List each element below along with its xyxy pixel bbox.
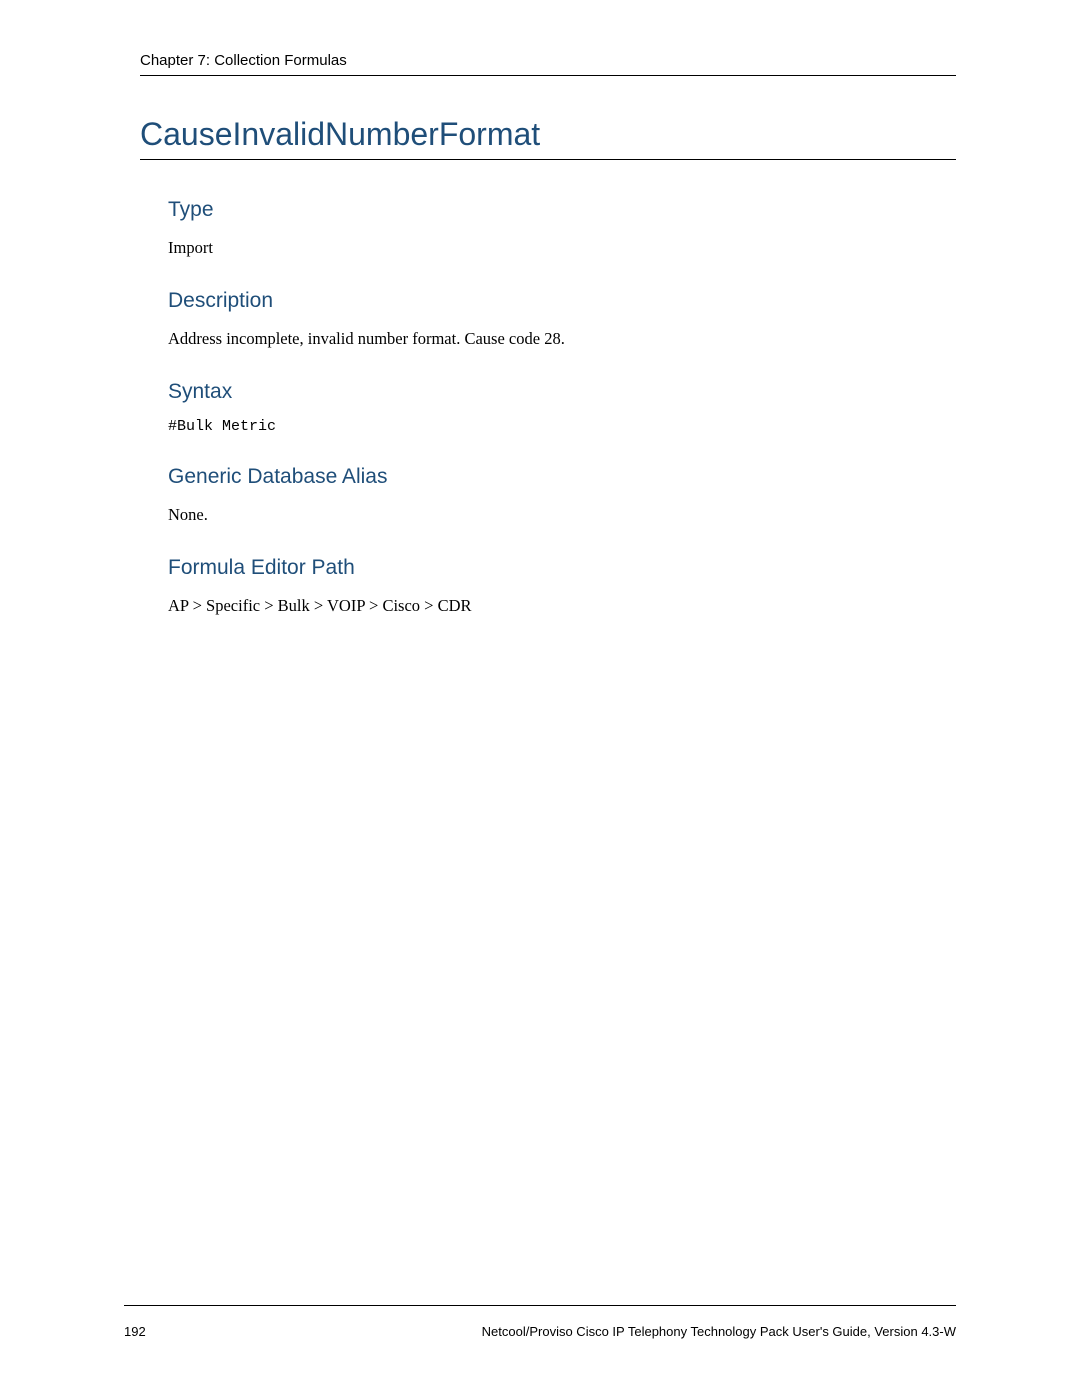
chapter-header: Chapter 7: Collection Formulas <box>140 52 956 76</box>
section-body-alias: None. <box>168 503 956 526</box>
document-page: Chapter 7: Collection Formulas CauseInva… <box>0 0 1080 1397</box>
section-body-syntax: #Bulk Metric <box>168 418 956 435</box>
section-type: Type Import <box>168 198 956 259</box>
section-body-type: Import <box>168 236 956 259</box>
section-heading-alias: Generic Database Alias <box>168 465 956 489</box>
section-alias: Generic Database Alias None. <box>168 465 956 526</box>
section-heading-type: Type <box>168 198 956 222</box>
section-heading-path: Formula Editor Path <box>168 556 956 580</box>
section-path: Formula Editor Path AP > Specific > Bulk… <box>168 556 956 617</box>
page-title: CauseInvalidNumberFormat <box>140 116 956 160</box>
section-heading-syntax: Syntax <box>168 380 956 404</box>
section-heading-description: Description <box>168 289 956 313</box>
section-description: Description Address incomplete, invalid … <box>168 289 956 350</box>
page-number: 192 <box>124 1324 146 1339</box>
footer-doc-title: Netcool/Proviso Cisco IP Telephony Techn… <box>482 1324 956 1339</box>
section-syntax: Syntax #Bulk Metric <box>168 380 956 435</box>
section-body-path: AP > Specific > Bulk > VOIP > Cisco > CD… <box>168 594 956 617</box>
section-body-description: Address incomplete, invalid number forma… <box>168 327 956 350</box>
page-footer: 192 Netcool/Proviso Cisco IP Telephony T… <box>124 1305 956 1339</box>
